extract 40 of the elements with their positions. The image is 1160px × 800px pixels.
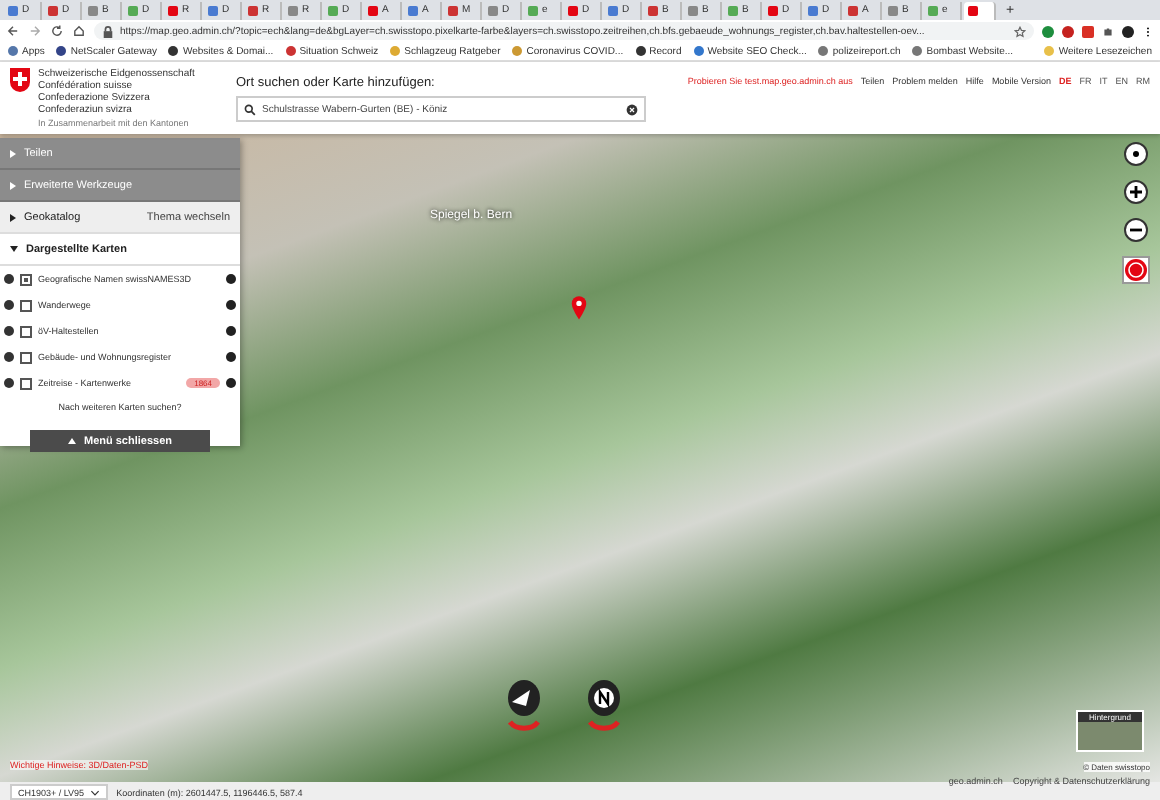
search-icon (244, 103, 256, 115)
caret-icon (10, 149, 16, 157)
swiss-flag-icon (10, 68, 30, 92)
layer-info-icon[interactable] (4, 274, 14, 284)
zoom-in-icon[interactable] (1124, 180, 1148, 204)
caret-icon (67, 438, 76, 444)
location-pin-icon (570, 294, 588, 320)
layer-checkbox[interactable] (20, 299, 32, 311)
settings-icon[interactable] (226, 352, 236, 362)
home-icon[interactable] (72, 24, 86, 38)
lock-icon (102, 25, 114, 37)
puzzle-icon[interactable] (1102, 25, 1114, 37)
layer-checkbox[interactable] (20, 325, 32, 337)
caret-icon (10, 213, 16, 221)
layer-checkbox[interactable] (20, 351, 32, 363)
layer-checkbox[interactable] (20, 273, 32, 285)
layer-info-icon[interactable] (4, 300, 14, 310)
layer-info-icon[interactable] (4, 326, 14, 336)
aerial-thumbnail (1078, 722, 1142, 750)
star-icon[interactable] (1014, 25, 1026, 37)
layer-info-icon[interactable] (4, 352, 14, 362)
map-3d-view[interactable] (0, 134, 1160, 782)
settings-icon[interactable] (226, 378, 236, 388)
location-icon[interactable] (1124, 142, 1148, 166)
caret-icon (10, 181, 16, 189)
back-icon[interactable] (6, 24, 20, 38)
settings-icon[interactable] (226, 300, 236, 310)
reload-icon[interactable] (50, 24, 64, 38)
settings-icon[interactable] (226, 326, 236, 336)
view-3d-icon[interactable] (1122, 256, 1150, 284)
layer-info-icon[interactable] (4, 378, 14, 388)
caret-icon (90, 789, 101, 795)
avatar-icon[interactable] (1122, 25, 1134, 37)
settings-icon[interactable] (226, 274, 236, 284)
layer-checkbox[interactable] (20, 377, 32, 389)
zoom-out-icon[interactable] (1124, 218, 1148, 242)
caret-icon (10, 246, 18, 252)
pdf-icon[interactable] (1082, 25, 1094, 37)
browser-tab[interactable] (964, 1, 996, 19)
clear-icon[interactable] (626, 103, 638, 115)
